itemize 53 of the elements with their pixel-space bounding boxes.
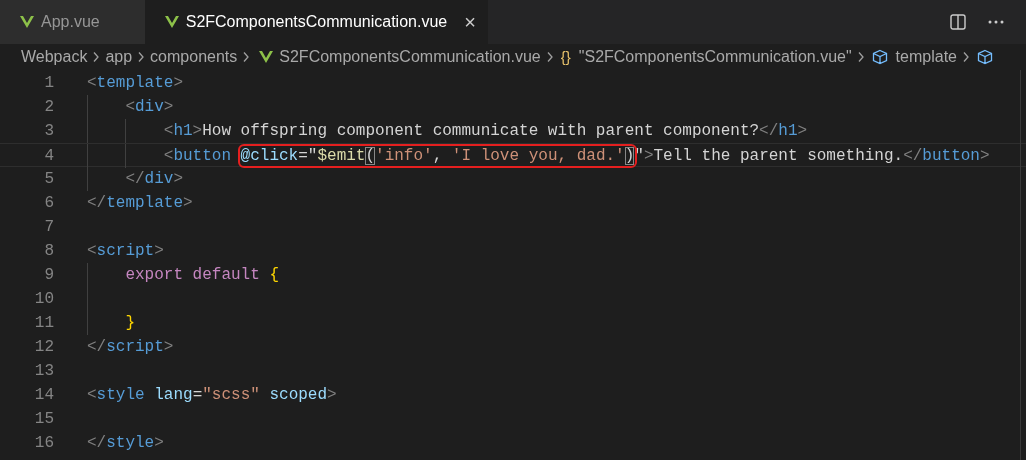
tab-label: App.vue: [41, 12, 100, 32]
chevron-icon: [242, 51, 251, 63]
chevron-icon: [545, 51, 554, 63]
code-line: </div>: [125, 169, 183, 190]
vue-logo-icon: [164, 16, 179, 28]
editor-tab[interactable]: App.vue: [0, 0, 145, 44]
breadcrumb-item[interactable]: S2FComponentsCommunication.vue: [279, 45, 541, 69]
line-number: 12: [33, 337, 54, 358]
line-number: 14: [33, 385, 54, 406]
breadcrumb-item[interactable]: Webpack: [21, 45, 88, 69]
tab-label: S2FComponentsCommunication.vue: [185, 12, 448, 32]
close-icon[interactable]: ×: [464, 12, 476, 32]
line-number: 2: [43, 97, 54, 118]
vue-logo-icon: [20, 16, 34, 28]
line-number: 10: [33, 289, 54, 310]
split-editor-icon[interactable]: [950, 14, 966, 30]
line-number: 13: [33, 361, 54, 382]
line-number: 15: [33, 409, 54, 430]
editor-tab[interactable]: S2FComponentsCommunication.vue ×: [144, 0, 488, 44]
code-line: </style>: [87, 433, 164, 454]
breadcrumb-item[interactable]: "S2FComponentsCommunication.vue": [578, 45, 852, 69]
line-number: 6: [43, 193, 54, 214]
code-line: <h1>How offspring component communicate with parent component?</h1>: [163, 121, 808, 142]
code-line: <style lang="scss" scoped>: [87, 385, 337, 406]
line-number: 1: [43, 73, 54, 94]
line-number: 8: [43, 241, 54, 262]
line-number: 7: [43, 217, 54, 238]
chevron-icon: [137, 51, 146, 63]
code-line: <button @click="$emit('info', 'I love you, dad.')">Tell the parent something.</button>: [163, 144, 990, 166]
vue-logo-icon: [259, 51, 274, 63]
breadcrumb-item[interactable]: template: [895, 45, 957, 69]
chevron-icon: [856, 51, 865, 63]
breadcrumb-item[interactable]: components: [150, 45, 238, 69]
chevron-icon: [962, 51, 970, 63]
line-number: 5: [43, 169, 54, 190]
line-number: 11: [33, 313, 54, 334]
cube-icon: [977, 49, 993, 65]
breadcrumb-item[interactable]: app: [105, 45, 133, 69]
code-line: </template>: [87, 193, 193, 214]
code-line: }: [125, 313, 135, 334]
more-icon[interactable]: [988, 20, 1004, 24]
line-number: 4: [43, 146, 54, 166]
cube-icon: [871, 49, 888, 65]
code-line: <script>: [87, 241, 164, 262]
code-line: export default {: [125, 265, 280, 286]
braces-icon: {}: [560, 45, 571, 69]
line-number: 3: [43, 121, 54, 142]
code-line: <template>: [87, 73, 184, 94]
line-number: 16: [33, 433, 54, 454]
code-line: <div>: [125, 97, 174, 118]
code-line: </script>: [87, 337, 174, 358]
chevron-icon: [92, 51, 101, 63]
line-number: 9: [43, 265, 54, 286]
